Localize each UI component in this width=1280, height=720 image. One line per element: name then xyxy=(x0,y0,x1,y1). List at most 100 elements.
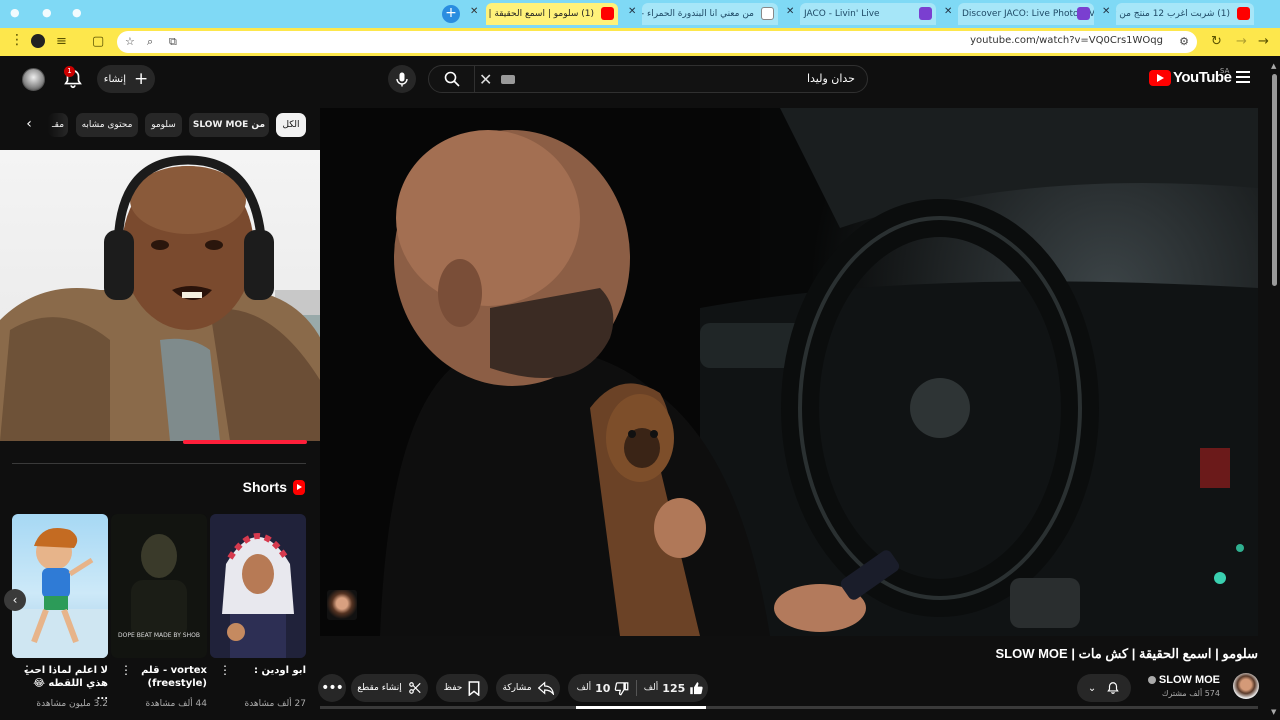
create-button[interactable]: إنشاء + xyxy=(97,65,155,93)
bookmark-icon xyxy=(468,680,480,696)
chip-label: الكل xyxy=(282,120,300,130)
reading-list-icon[interactable]: ≡ xyxy=(56,34,67,49)
video-title: سلومو | اسمع الحقيقة | كش مات | SLOW MOE xyxy=(995,646,1259,661)
mini-player-progress[interactable] xyxy=(183,440,307,444)
create-label: إنشاء xyxy=(103,73,126,85)
short-title[interactable]: ابو اودين : xyxy=(220,664,306,677)
url-text: youtube.com/watch?v=VQ0Crs1WOqg xyxy=(970,35,1163,46)
like-count: 125 xyxy=(662,681,686,695)
browser-toolbar: ⋮ ≡ ▢ ☆ ⌕ ⧉ youtube.com/watch?v=VQ0Crs1W… xyxy=(0,28,1280,56)
chip-label: سلومو xyxy=(151,120,176,130)
like-button[interactable]: 125 ألف xyxy=(640,674,708,702)
channel-avatar[interactable] xyxy=(1233,673,1259,699)
google-icon xyxy=(761,7,774,20)
close-icon[interactable]: ✕ xyxy=(628,6,636,17)
dislike-button[interactable]: 10 ألف xyxy=(572,674,634,702)
share-button[interactable]: مشاركة xyxy=(496,674,560,702)
plus-icon: + xyxy=(133,68,149,89)
channel-name[interactable]: SLOW MOE xyxy=(1147,674,1220,686)
short-views: 3.2 مليون مشاهدة xyxy=(36,699,108,709)
avatar[interactable] xyxy=(22,68,45,91)
subscription-button[interactable]: ⌄ xyxy=(1077,674,1131,702)
browser-tab-strip: ● ● ● + (1) سلومو | اسمع الحقيقة | كش م … xyxy=(0,0,1280,28)
window-control-icon[interactable]: ● xyxy=(10,6,20,19)
scroll-down-icon[interactable]: ▼ xyxy=(1271,708,1276,716)
browser-tab[interactable]: Discover JACO: Live Photos, Vi xyxy=(958,3,1094,25)
close-icon[interactable]: ✕ xyxy=(1102,6,1110,17)
menu-dots-icon[interactable]: ⋮ xyxy=(10,33,24,47)
chip[interactable]: مقـ xyxy=(48,113,68,137)
chip[interactable]: سلومو xyxy=(145,113,182,137)
hamburger-menu-icon[interactable] xyxy=(1236,71,1250,86)
scissors-icon xyxy=(408,682,421,694)
browser-tab-active[interactable]: (1) سلومو | اسمع الحقيقة | كش م xyxy=(486,3,618,25)
divider xyxy=(636,680,637,696)
close-icon[interactable]: ✕ xyxy=(470,6,478,17)
short-thumbnail-image xyxy=(210,514,306,658)
chip[interactable]: من SLOW MOE xyxy=(189,113,269,137)
save-button[interactable]: حفظ xyxy=(436,674,488,702)
tab-label: (1) شربت اغرب 12 منتج من تطبيق xyxy=(1116,9,1230,19)
close-icon[interactable]: ✕ xyxy=(944,6,952,17)
music-icon xyxy=(919,7,932,20)
chevron-down-icon: ⌄ xyxy=(1087,682,1097,694)
search-box[interactable]: ✕ حدان وليدا xyxy=(428,65,868,93)
site-settings-icon[interactable]: ⚙ xyxy=(1179,35,1189,48)
mini-player-video[interactable] xyxy=(0,150,330,441)
search-input[interactable]: حدان وليدا xyxy=(807,72,855,85)
dislike-count: 10 xyxy=(595,681,611,695)
video-progress-bar[interactable] xyxy=(320,706,1258,709)
clear-search-icon[interactable]: ✕ xyxy=(479,70,492,89)
short-title[interactable]: vortex - قلم (freestyle) xyxy=(121,664,207,690)
short-thumbnail-image xyxy=(12,528,108,658)
chevron-left-icon[interactable]: ‹ xyxy=(4,589,26,611)
notification-badge: 1 xyxy=(64,66,75,77)
keyboard-icon[interactable] xyxy=(501,75,515,84)
short-thumbnail[interactable]: DOPE BEAT MADE BY SHOB xyxy=(111,514,207,658)
clip-button[interactable]: إنشاء مقطع xyxy=(351,674,428,702)
chevron-left-icon[interactable]: ‹ xyxy=(20,116,38,134)
window-control-icon[interactable]: ● xyxy=(42,6,52,19)
related-chips: ‹ مقـ محتوى مشابه سلومو من SLOW MOE الكل xyxy=(0,113,330,139)
address-bar[interactable]: ☆ ⌕ ⧉ youtube.com/watch?v=VQ0Crs1WOqg ⚙ xyxy=(117,31,1197,53)
music-icon xyxy=(1077,7,1090,20)
install-icon[interactable]: ⧉ xyxy=(169,35,177,49)
video-frame-image xyxy=(320,108,1258,636)
youtube-masthead: 1 إنشاء + ✕ حدان وليدا YouTube SA xyxy=(0,56,1280,102)
search-icon xyxy=(444,71,460,87)
tab-label: (1) سلومو | اسمع الحقيقة | كش م xyxy=(486,9,594,19)
short-views: 44 ألف مشاهدة xyxy=(145,699,207,709)
main-video-player[interactable] xyxy=(320,108,1258,636)
video-progress-fill xyxy=(576,706,706,709)
browser-tab[interactable]: JACO - Livin' Live xyxy=(800,3,936,25)
window-control-icon[interactable]: ● xyxy=(72,6,82,19)
tab-label: JACO - Livin' Live xyxy=(804,9,880,19)
profile-icon[interactable] xyxy=(31,34,45,48)
scrollbar-thumb[interactable] xyxy=(1272,74,1277,286)
scroll-up-icon[interactable]: ▲ xyxy=(1271,62,1276,70)
more-actions-button[interactable]: ••• xyxy=(318,674,346,702)
reload-icon[interactable]: ↻ xyxy=(1211,34,1222,49)
short-thumbnail[interactable] xyxy=(210,514,306,658)
thumbs-down-icon xyxy=(615,681,629,695)
extensions-icon[interactable]: ▢ xyxy=(92,34,104,49)
subscriber-count: 574 ألف مشترك xyxy=(1161,689,1220,698)
close-icon[interactable]: ✕ xyxy=(786,6,794,17)
search-button[interactable] xyxy=(429,66,475,92)
browser-tab[interactable]: من معني انا البندورة الحمراء - بح xyxy=(642,3,778,25)
back-icon[interactable]: → xyxy=(1258,34,1269,49)
forward-icon[interactable]: → xyxy=(1236,34,1247,49)
short-thumbnail[interactable] xyxy=(12,514,108,658)
voice-search-button[interactable] xyxy=(388,65,416,93)
chip-active[interactable]: الكل xyxy=(276,113,306,137)
tab-label: Discover JACO: Live Photos, Vi xyxy=(962,9,1094,19)
new-tab-button[interactable]: + xyxy=(442,5,460,23)
zoom-icon[interactable]: ⌕ xyxy=(147,35,153,49)
short-title[interactable]: لا اعلم لماذا احب هذي اللقطه 😂 ... xyxy=(22,664,108,703)
share-icon xyxy=(537,681,554,695)
more-horizontal-icon: ••• xyxy=(321,680,344,696)
browser-tab[interactable]: (1) شربت اغرب 12 منتج من تطبيق xyxy=(1116,3,1254,25)
chip[interactable]: محتوى مشابه xyxy=(76,113,138,137)
star-icon[interactable]: ☆ xyxy=(125,35,135,48)
video-thumbnail[interactable] xyxy=(327,590,357,620)
